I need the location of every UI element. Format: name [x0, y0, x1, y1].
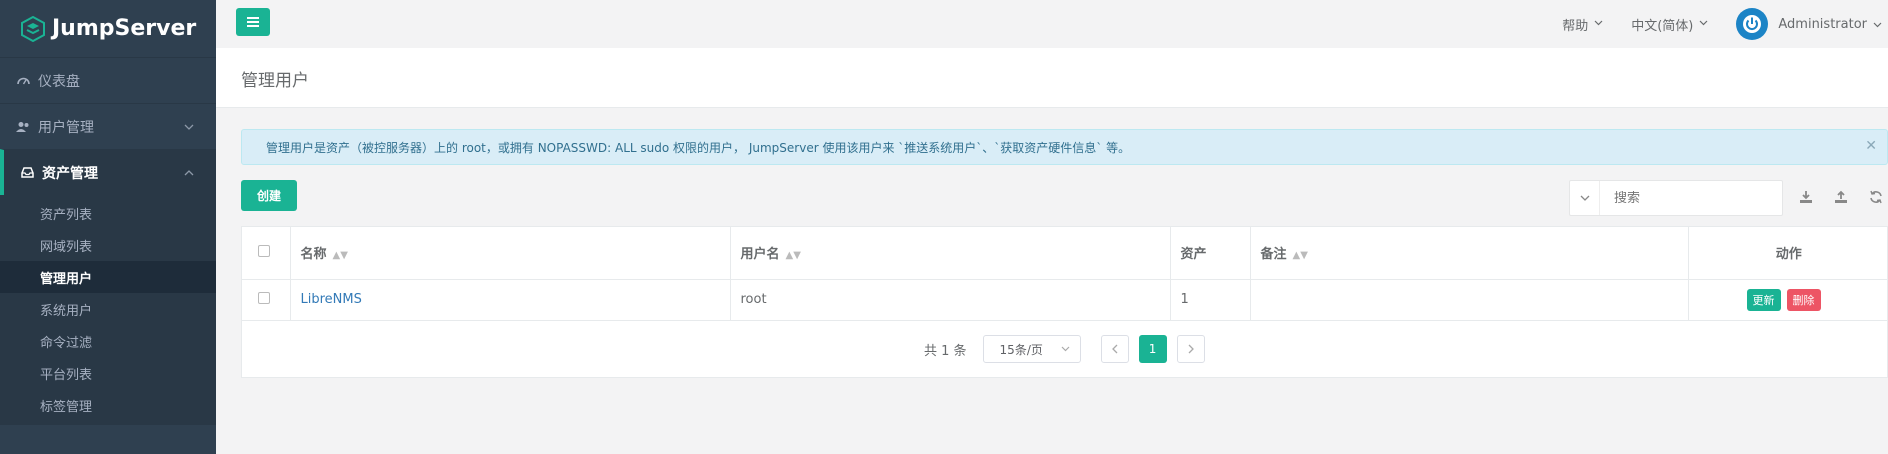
chevron-down-icon: [1061, 346, 1069, 352]
delete-button[interactable]: 删除: [1786, 288, 1821, 311]
column-header-label: 动作: [1775, 247, 1802, 263]
sidebar: JumpServer 仪表盘 用户管理 资产管理 资产列表 网域列表 管理用户 …: [0, 0, 216, 454]
help-label: 帮助: [1562, 18, 1589, 34]
chevron-down-icon: [1594, 19, 1603, 29]
language-label: 中文(简体): [1631, 18, 1694, 34]
alert-text: 管理用户是资产（被控服务器）上的 root，或拥有 NOPASSWD: ALL …: [266, 140, 1131, 155]
search-input[interactable]: [1614, 190, 1764, 206]
page-size-select[interactable]: 15条/页: [982, 335, 1081, 363]
page-number-button[interactable]: 1: [1138, 335, 1167, 363]
assets-submenu: 资产列表 网域列表 管理用户 系统用户 命令过滤 平台列表 标签管理: [0, 195, 216, 425]
asset-user-link[interactable]: LibreNMS: [301, 292, 362, 307]
sidebar-item-dashboard[interactable]: 仪表盘: [0, 57, 216, 103]
column-header-label: 名称: [300, 247, 327, 263]
sidebar-item-command-filters[interactable]: 命令过滤: [0, 325, 216, 357]
logo[interactable]: JumpServer: [0, 0, 216, 57]
row-checkbox[interactable]: [258, 291, 270, 304]
sidebar-item-system-users[interactable]: 系统用户: [0, 293, 216, 325]
sidebar-item-admin-users[interactable]: 管理用户: [0, 261, 216, 293]
inbox-icon: [20, 166, 34, 180]
comment-cell: [1250, 279, 1689, 321]
sort-icon: ▲▼: [332, 250, 348, 262]
sidebar-item-users[interactable]: 用户管理: [0, 103, 216, 149]
refresh-icon[interactable]: [1867, 188, 1885, 206]
column-header-label: 资产: [1180, 247, 1207, 263]
jumpserver-logo-icon: [21, 15, 45, 42]
chevron-up-icon: [184, 166, 194, 179]
table-header-row: 名称 ▲▼ 用户名 ▲▼ 资产 备注 ▲▼ 动作: [242, 227, 1888, 280]
sort-icon: ▲▼: [785, 250, 801, 262]
name-cell: LibreNMS: [290, 279, 731, 321]
brand-name: JumpServer: [52, 16, 197, 41]
chevron-down-icon: [184, 120, 194, 133]
download-icon[interactable]: [1797, 188, 1815, 206]
upload-icon[interactable]: [1832, 188, 1850, 206]
user-menu[interactable]: Administrator: [1736, 8, 1882, 40]
topbar-right: 帮助 中文(简体) Administrator: [1562, 0, 1888, 48]
power-icon: [1743, 15, 1762, 33]
sidebar-item-platform-list[interactable]: 平台列表: [0, 357, 216, 389]
search-filter-dropdown[interactable]: [1570, 181, 1600, 215]
sidebar-item-asset-list[interactable]: 资产列表: [0, 197, 216, 229]
sort-icon: ▲▼: [1292, 250, 1308, 262]
topbar: 帮助 中文(简体) Administrator: [216, 0, 1888, 48]
select-all-checkbox[interactable]: [258, 244, 270, 257]
page-header: 管理用户: [216, 48, 1888, 108]
hamburger-icon: [247, 17, 259, 27]
next-page-button[interactable]: [1176, 335, 1205, 363]
info-alert: 管理用户是资产（被控服务器）上的 root，或拥有 NOPASSWD: ALL …: [241, 129, 1888, 165]
close-icon[interactable]: ✕: [1865, 138, 1877, 154]
users-icon: [16, 120, 30, 134]
prev-page-button[interactable]: [1100, 335, 1129, 363]
column-header-label: 备注: [1260, 247, 1287, 263]
column-header-label: 用户名: [740, 247, 780, 263]
sidebar-item-label: 仪表盘: [38, 73, 80, 90]
select-all-cell: [242, 227, 291, 280]
column-header-assets: 资产: [1170, 227, 1251, 280]
chevron-down-icon: [1873, 17, 1882, 32]
sidebar-item-label: 用户管理: [38, 119, 94, 136]
chevron-right-icon: [1188, 344, 1194, 354]
help-menu[interactable]: 帮助: [1562, 15, 1603, 34]
menu-toggle-button[interactable]: [236, 8, 270, 36]
table-row: LibreNMS root 1 更新 删除: [242, 279, 1888, 321]
user-name: Administrator: [1778, 16, 1867, 32]
sidebar-item-assets[interactable]: 资产管理: [0, 149, 216, 195]
sidebar-item-label: 资产管理: [42, 165, 98, 182]
total-count: 共 1 条: [924, 343, 967, 359]
column-header-comment[interactable]: 备注 ▲▼: [1250, 227, 1689, 280]
actions-cell: 更新 删除: [1688, 279, 1888, 321]
page-title: 管理用户: [241, 71, 309, 91]
pagination: 共 1 条 15条/页 1: [924, 335, 1205, 363]
language-menu[interactable]: 中文(简体): [1631, 15, 1708, 34]
column-header-name[interactable]: 名称 ▲▼: [290, 227, 731, 280]
sidebar-item-label-management[interactable]: 标签管理: [0, 389, 216, 421]
column-header-actions: 动作: [1688, 227, 1888, 280]
create-button[interactable]: 创建: [241, 180, 297, 211]
dashboard-icon: [16, 74, 30, 88]
row-select-cell: [242, 279, 291, 321]
chevron-down-icon: [1699, 19, 1708, 29]
update-button[interactable]: 更新: [1746, 288, 1781, 311]
sidebar-item-domain-list[interactable]: 网域列表: [0, 229, 216, 261]
page-size-label: 15条/页: [999, 342, 1043, 357]
search-box: [1569, 180, 1783, 216]
username-cell: root: [730, 279, 1171, 321]
avatar: [1736, 8, 1769, 40]
chevron-left-icon: [1111, 344, 1118, 354]
chevron-down-icon: [1580, 195, 1589, 201]
column-header-username[interactable]: 用户名 ▲▼: [730, 227, 1171, 280]
assets-cell: 1: [1170, 279, 1251, 321]
